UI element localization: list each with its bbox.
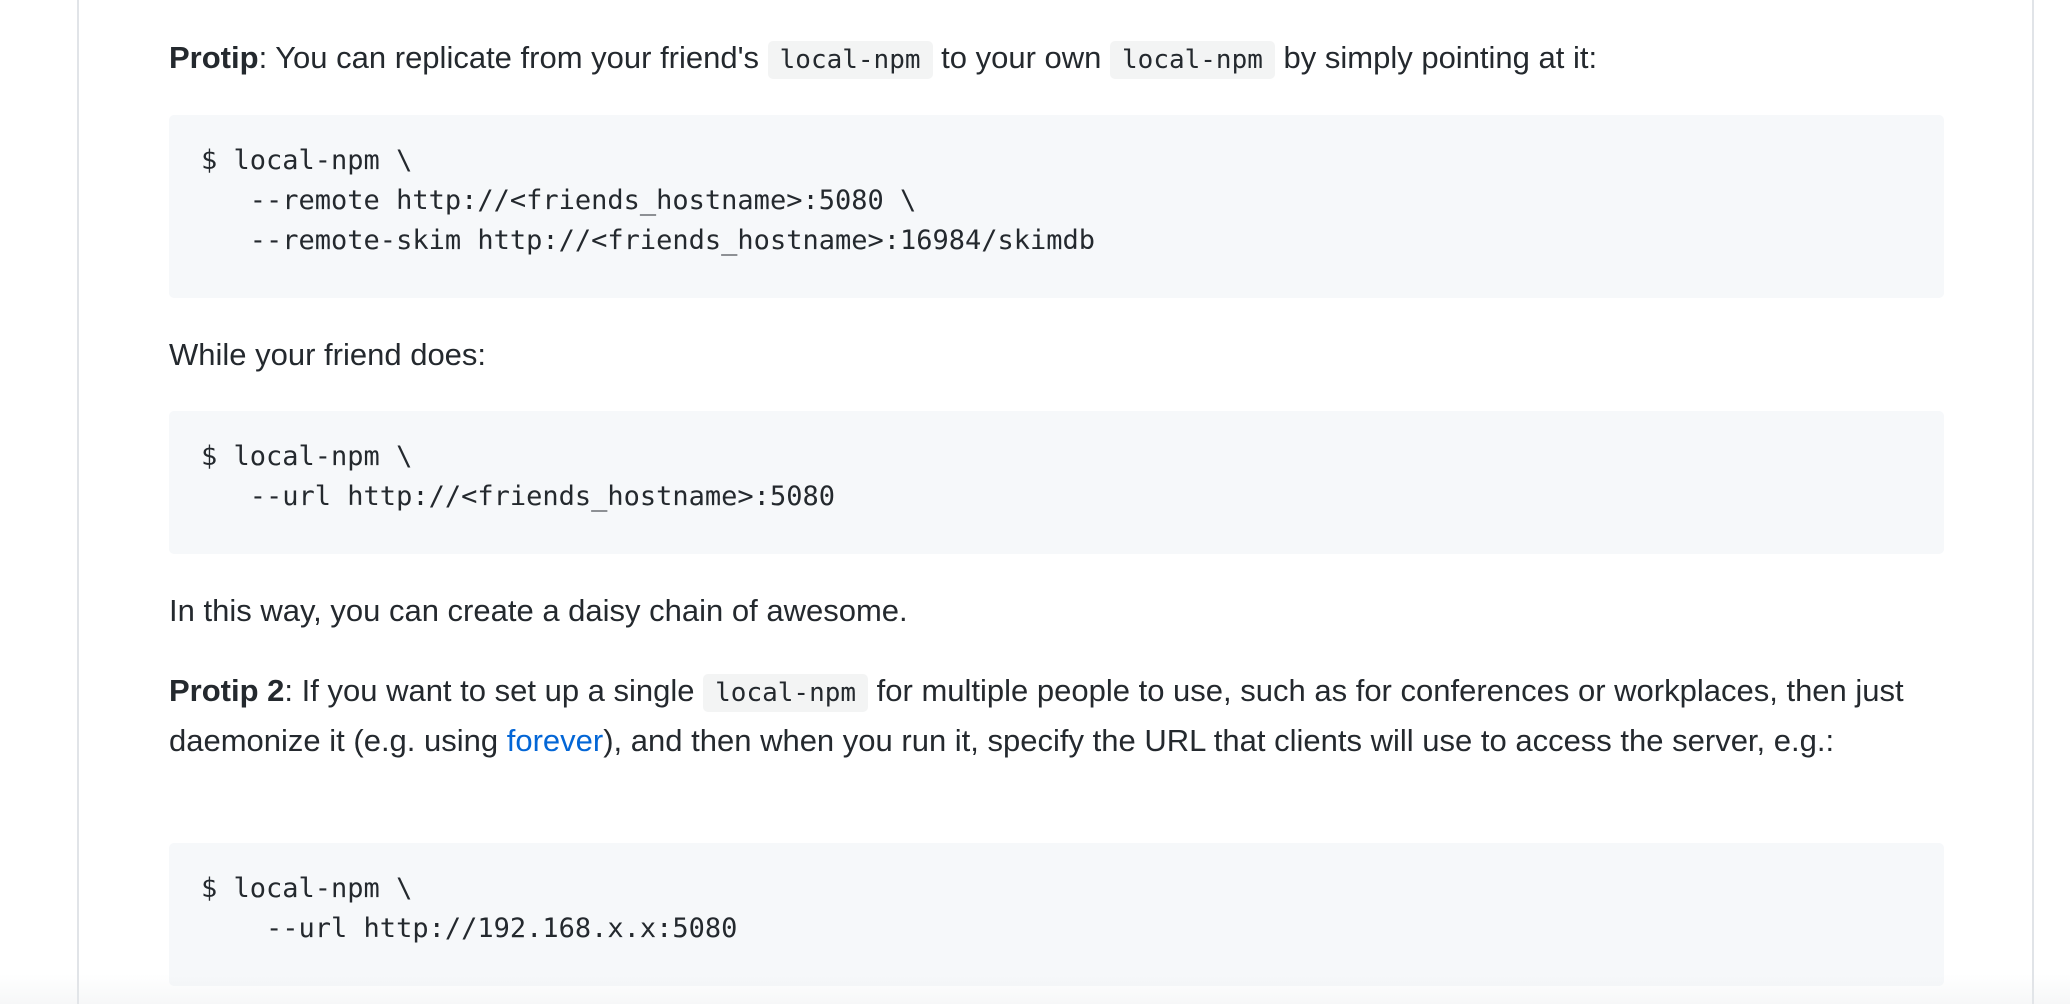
inline-code-local-npm: local-npm — [703, 674, 869, 712]
code-block-daemonize[interactable]: $ local-npm \ --url http://192.168.x.x:5… — [169, 843, 1944, 986]
code-line: $ local-npm \ — [201, 145, 413, 176]
protip2-label: Protip 2 — [169, 673, 285, 708]
protip2-paragraph: Protip 2: If you want to set up a single… — [169, 667, 1944, 765]
protip2-text-a: : If you want to set up a single — [284, 673, 704, 708]
protip-label: Protip — [169, 40, 259, 75]
code-block-replicate[interactable]: $ local-npm \ --remote http://<friends_h… — [169, 115, 1944, 298]
protip-text-b: to your own — [932, 40, 1111, 75]
code-line: --url http://192.168.x.x:5080 — [201, 913, 738, 944]
protip-paragraph: Protip: You can replicate from your frie… — [169, 34, 1944, 84]
inline-code-local-npm: local-npm — [1110, 41, 1275, 79]
forever-link[interactable]: forever — [507, 723, 603, 758]
friend-paragraph: While your friend does: — [169, 337, 487, 372]
code-line: $ local-npm \ — [201, 441, 413, 472]
daisy-chain-paragraph: In this way, you can create a daisy chai… — [169, 593, 908, 628]
code-block-friend[interactable]: $ local-npm \ --url http://<friends_host… — [169, 411, 1944, 554]
protip2-text-c: ), and then when you run it, specify the… — [603, 723, 1835, 758]
protip-text-c: by simply pointing at it: — [1274, 40, 1598, 75]
code-line: --url http://<friends_hostname>:5080 — [201, 481, 835, 512]
code-line: --remote http://<friends_hostname>:5080 … — [201, 185, 917, 216]
code-line: $ local-npm \ — [201, 873, 413, 904]
inline-code-local-npm: local-npm — [767, 41, 933, 79]
code-line: --remote-skim http://<friends_hostname>:… — [201, 225, 1096, 256]
protip-text-a: : You can replicate from your friend's — [258, 40, 768, 75]
